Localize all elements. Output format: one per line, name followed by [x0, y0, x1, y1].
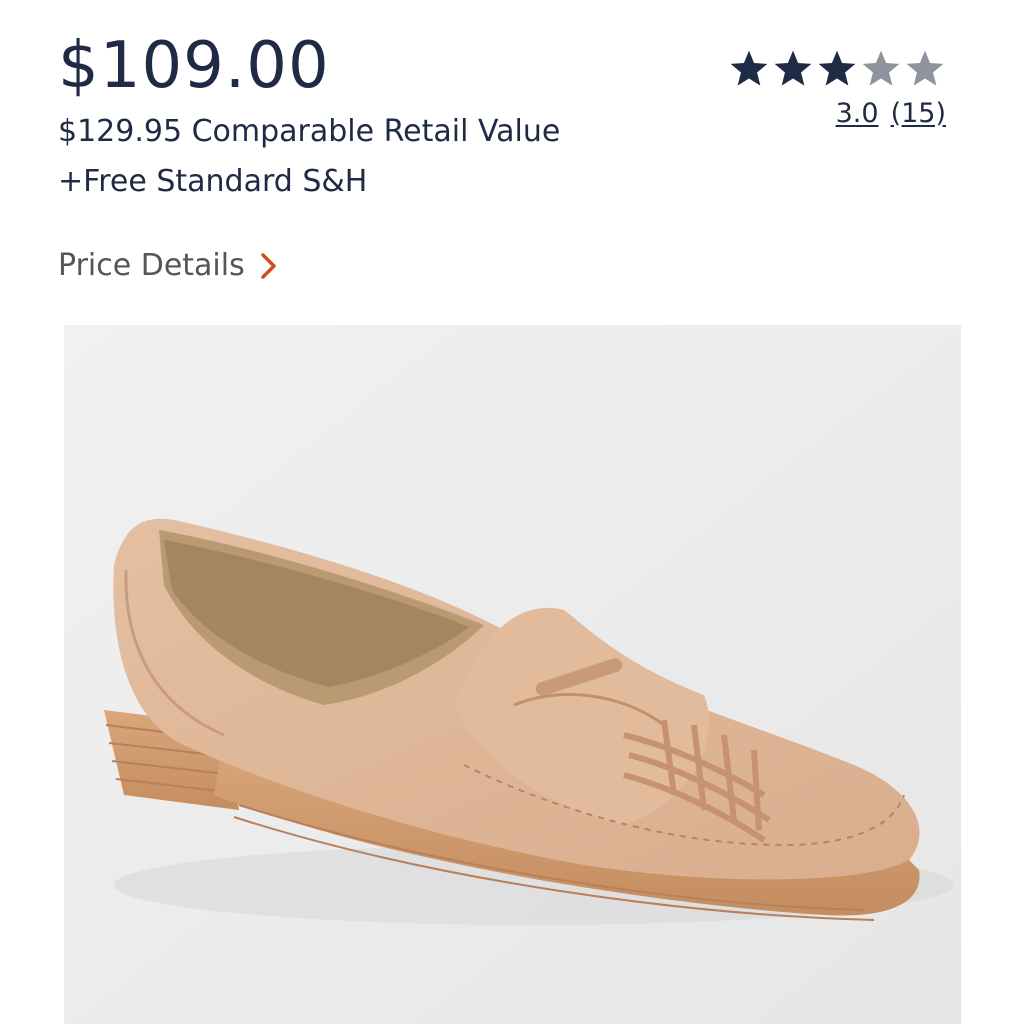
product-price: $109.00: [58, 29, 330, 103]
shipping-info: +Free Standard S&H: [58, 164, 368, 199]
star-empty-icon: [862, 50, 900, 86]
price-details-link[interactable]: Price Details: [58, 246, 279, 286]
price-details-label: Price Details: [58, 248, 245, 283]
rating-average-link[interactable]: 3.0: [836, 96, 879, 132]
star-empty-icon: [906, 50, 944, 86]
product-detail-page: $109.00 $129.95 Comparable Retail Value …: [0, 0, 1024, 1024]
rating-summary[interactable]: 3.0 (15): [728, 48, 946, 132]
chevron-right-icon: [260, 253, 276, 279]
rating-text: 3.0 (15): [728, 96, 946, 132]
star-icon: [774, 50, 812, 86]
review-count-link[interactable]: (15): [891, 96, 946, 132]
comparable-retail-value: $129.95 Comparable Retail Value: [58, 114, 561, 149]
loafer-shoe-image: [64, 325, 961, 1024]
product-image[interactable]: [64, 325, 961, 1024]
star-icon: [818, 50, 856, 86]
star-rating[interactable]: [728, 48, 946, 90]
star-icon: [730, 50, 768, 86]
